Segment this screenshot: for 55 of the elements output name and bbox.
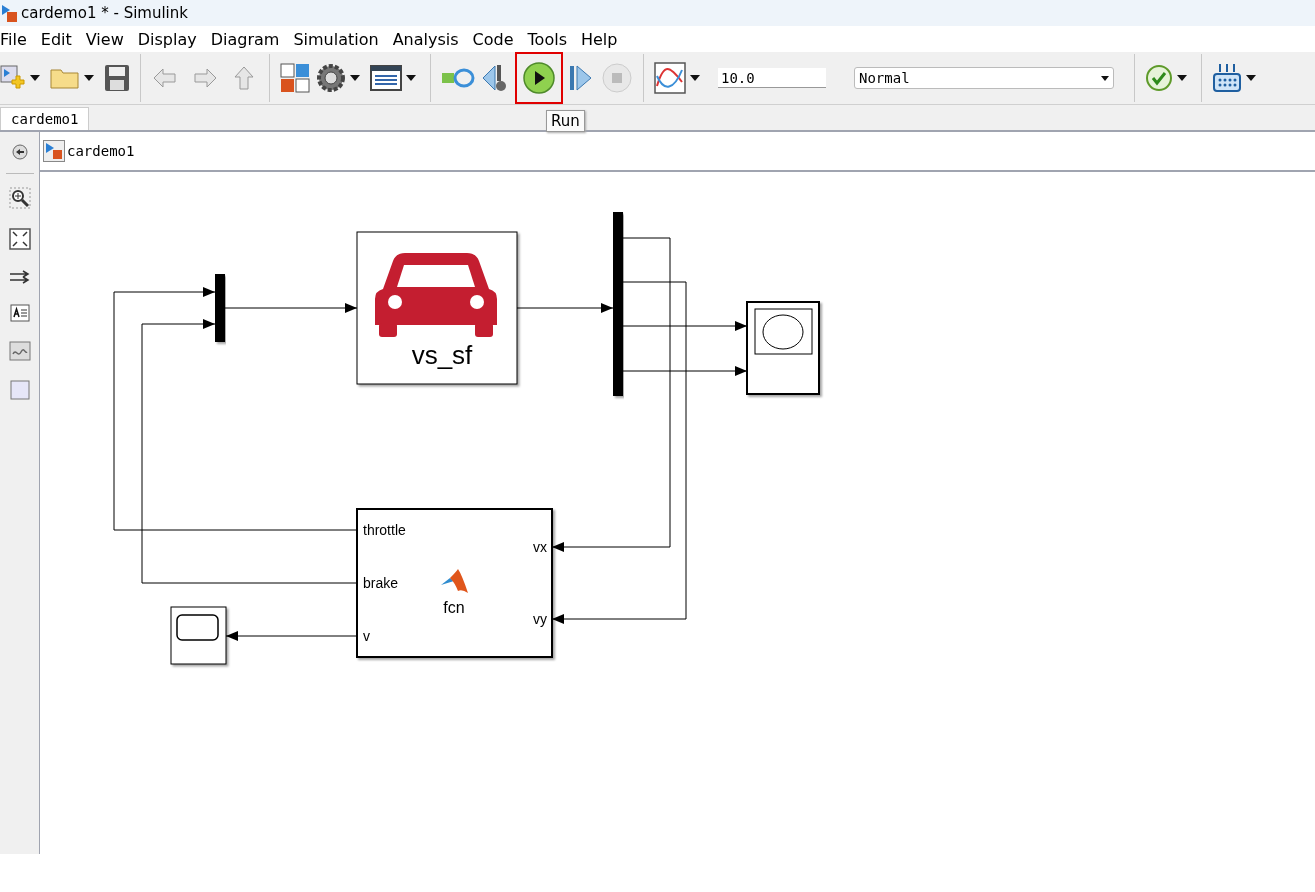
new-model-icon[interactable] [0, 64, 26, 92]
caret-icon[interactable] [406, 75, 416, 81]
menu-item[interactable]: Simulation [293, 29, 387, 49]
simulation-mode-dropdown[interactable]: Normal [854, 67, 1114, 89]
caret-icon[interactable] [350, 75, 360, 81]
menu-item[interactable]: Display [137, 29, 205, 49]
fit-to-view-icon[interactable] [8, 228, 31, 250]
check-icon[interactable] [1145, 64, 1173, 92]
signal-lines-icon[interactable] [8, 269, 31, 285]
caret-icon[interactable] [1177, 75, 1187, 81]
menu-item[interactable]: View [85, 29, 132, 49]
window-title: cardemo1 * - Simulink [21, 4, 188, 22]
step-back-icon[interactable] [481, 63, 509, 93]
menu-item[interactable]: Tools [527, 29, 575, 49]
play-icon [522, 61, 556, 95]
menu-item[interactable]: Edit [40, 29, 80, 49]
data-grid-icon[interactable] [1212, 63, 1242, 93]
model-icon[interactable] [43, 140, 65, 162]
port-label: v [363, 628, 370, 644]
back-circle-icon[interactable] [11, 144, 28, 160]
image-icon[interactable] [8, 341, 31, 361]
run-button[interactable] [515, 52, 563, 104]
model-tab[interactable]: cardemo1 [0, 107, 90, 130]
port-label: throttle [363, 522, 406, 538]
scope-screen-icon [754, 308, 813, 355]
zoom-in-icon[interactable] [8, 187, 31, 209]
port-label: vx [533, 539, 547, 555]
save-icon[interactable] [104, 64, 130, 92]
matlab-logo-icon [441, 569, 468, 593]
breadcrumb-link[interactable]: cardemo1 [67, 143, 135, 159]
menu-item[interactable]: Analysis [392, 29, 467, 49]
caret-icon[interactable] [1101, 75, 1109, 81]
annotation-icon[interactable] [9, 304, 30, 322]
tooltip: Run [546, 110, 585, 132]
car-icon [375, 253, 497, 337]
stop-time-field[interactable]: 10.0 [718, 68, 826, 88]
caret-icon[interactable] [690, 75, 700, 81]
block-label: fcn [443, 599, 465, 616]
port-label: brake [363, 575, 399, 591]
scope-plot-icon[interactable] [654, 62, 686, 94]
menu-item[interactable]: File [0, 29, 35, 49]
menu-item[interactable]: Help [580, 29, 626, 49]
menu-item[interactable]: Diagram [210, 29, 288, 49]
simulink-model-icon [0, 3, 18, 23]
display-screen-icon [176, 614, 219, 641]
caret-icon[interactable] [84, 75, 94, 81]
mux-block [215, 274, 225, 342]
library-browser-icon[interactable] [280, 63, 310, 93]
port-label: vy [533, 611, 547, 627]
caret-icon[interactable] [1246, 75, 1256, 81]
caret-icon[interactable] [30, 75, 40, 81]
gear-icon[interactable] [316, 63, 346, 93]
menu-item[interactable]: Code [472, 29, 522, 49]
block-label: vs_sf [411, 340, 473, 370]
model-explorer-icon[interactable] [370, 65, 402, 91]
